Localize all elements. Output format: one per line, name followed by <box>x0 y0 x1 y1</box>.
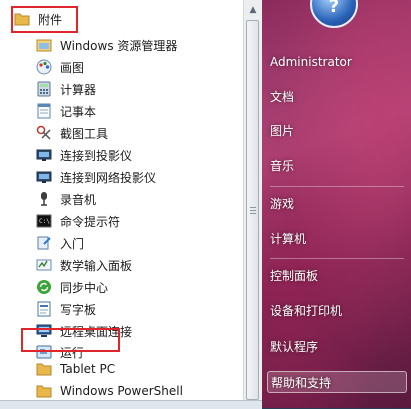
programs-list: 附件 Windows 资源管理器 画图 计算器 记事本 截图工具 连接到投影仪 … <box>0 0 243 408</box>
user-name[interactable]: Administrator <box>270 51 406 73</box>
right-separator <box>270 258 404 259</box>
program-label: 画图 <box>60 60 85 75</box>
sync-icon <box>36 279 52 295</box>
paint-icon <box>36 59 52 75</box>
svg-text:C:\: C:\ <box>39 218 50 225</box>
explorer-icon <box>36 37 52 53</box>
program-command-prompt[interactable]: C:\ 命令提示符 <box>0 210 243 232</box>
program-label: 写字板 <box>60 302 97 317</box>
right-item-documents[interactable]: 文档 <box>270 86 406 108</box>
program-wordpad[interactable]: 写字板 <box>0 298 243 320</box>
program-label: 连接到网络投影仪 <box>60 170 157 185</box>
scroll-thumb[interactable] <box>246 20 259 400</box>
program-label: 计算器 <box>60 82 97 97</box>
scissors-icon <box>36 125 52 141</box>
calculator-icon <box>36 81 52 97</box>
microphone-icon <box>36 191 52 207</box>
program-paint[interactable]: 画图 <box>0 56 243 78</box>
folder-label: Tablet PC <box>60 362 116 376</box>
projector-icon <box>36 147 52 163</box>
wordpad-icon <box>36 301 52 317</box>
program-sound-recorder[interactable]: 录音机 <box>0 188 243 210</box>
program-calculator[interactable]: 计算器 <box>0 78 243 100</box>
right-item-computer[interactable]: 计算机 <box>270 228 406 250</box>
math-input-icon <box>36 257 52 273</box>
run-highlight <box>21 328 120 352</box>
folder-icon <box>36 361 52 377</box>
program-label: 命令提示符 <box>60 214 121 229</box>
program-label: 数学输入面板 <box>60 258 133 273</box>
program-label: Windows 资源管理器 <box>60 38 178 53</box>
right-item-devices-printers[interactable]: 设备和打印机 <box>270 300 406 322</box>
right-item-help-support[interactable]: 帮助和支持 <box>267 371 407 393</box>
program-getting-started[interactable]: 入门 <box>0 232 243 254</box>
program-explorer[interactable]: Windows 资源管理器 <box>0 34 243 56</box>
right-item-default-programs[interactable]: 默认程序 <box>270 336 406 358</box>
program-sync-center[interactable]: 同步中心 <box>0 276 243 298</box>
folder-icon <box>36 383 52 399</box>
right-item-games[interactable]: 游戏 <box>270 193 406 215</box>
right-item-music[interactable]: 音乐 <box>270 155 406 177</box>
program-connect-network-projector[interactable]: 连接到网络投影仪 <box>0 166 243 188</box>
right-item-control-panel[interactable]: 控制面板 <box>270 265 406 287</box>
scroll-up-icon[interactable]: ▲ <box>247 4 259 16</box>
projector-icon <box>36 169 52 185</box>
programs-pane: 附件 Windows 资源管理器 画图 计算器 记事本 截图工具 连接到投影仪 … <box>0 0 263 409</box>
accessories-highlight <box>11 6 78 33</box>
program-connect-projector[interactable]: 连接到投影仪 <box>0 144 243 166</box>
grip-icon <box>250 207 256 208</box>
getting-started-icon <box>36 235 52 251</box>
program-snipping-tool[interactable]: 截图工具 <box>0 122 243 144</box>
program-label: 连接到投影仪 <box>60 148 133 163</box>
program-label: 截图工具 <box>60 126 109 141</box>
program-notepad[interactable]: 记事本 <box>0 100 243 122</box>
windows-logo-icon: ? <box>328 0 340 17</box>
right-item-pictures[interactable]: 图片 <box>270 120 406 142</box>
program-label: 同步中心 <box>60 280 109 295</box>
notepad-icon <box>36 103 52 119</box>
folder-label: Windows PowerShell <box>60 384 183 398</box>
right-pane: Administrator 文档 图片 音乐 游戏 计算机 控制面板 设备和打印… <box>262 0 411 408</box>
command-prompt-icon: C:\ <box>36 213 52 229</box>
programs-scrollbar[interactable]: ▲ <box>243 0 262 408</box>
program-math-input[interactable]: 数学输入面板 <box>0 254 243 276</box>
program-label: 入门 <box>60 236 85 251</box>
folder-windows-powershell[interactable]: Windows PowerShell <box>0 380 243 402</box>
program-label: 记事本 <box>60 104 97 119</box>
folder-tablet-pc[interactable]: Tablet PC <box>0 358 243 380</box>
program-label: 录音机 <box>60 192 97 207</box>
right-separator <box>270 186 404 187</box>
